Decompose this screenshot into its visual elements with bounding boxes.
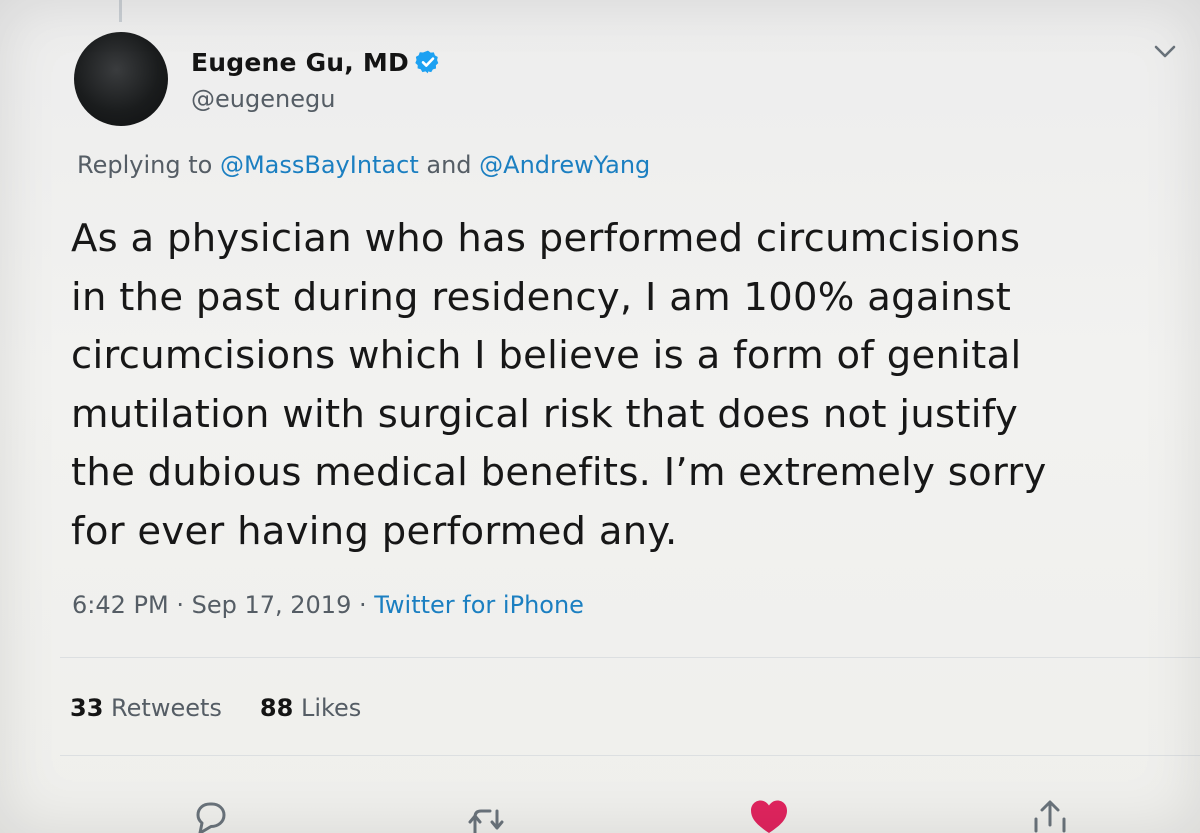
tweet-date[interactable]: Sep 17, 2019 (192, 591, 352, 619)
avatar[interactable] (74, 32, 168, 126)
mention-link-massbayintact[interactable]: @MassBayIntact (220, 151, 419, 179)
tweet-time[interactable]: 6:42 PM (72, 591, 169, 619)
divider (60, 755, 1200, 756)
replying-to-line: Replying to @MassBayIntact and @AndrewYa… (77, 151, 650, 179)
retweets-label: Retweets (111, 694, 222, 722)
tweet-text-line: As a physician who has performed circumc… (71, 216, 1021, 261)
tweet-text: As a physician who has performed circumc… (71, 210, 1181, 561)
share-icon[interactable] (1030, 795, 1070, 833)
author-name[interactable]: Eugene Gu, MD (191, 48, 409, 77)
retweets-count: 33 (70, 694, 104, 722)
heart-icon[interactable] (749, 795, 789, 833)
meta-separator: · (168, 591, 192, 619)
tweet-text-line: mutilation with surgical risk that does … (71, 391, 1019, 437)
likes-label: Likes (300, 694, 362, 722)
mention-link-andrewyang[interactable]: @AndrewYang (479, 151, 650, 179)
author-handle[interactable]: @eugenegu (191, 85, 335, 113)
tweet-text-line: the dubious medical benefits. I’m extrem… (71, 450, 1047, 495)
engagement-stats: 33 Retweets 88 Likes (70, 694, 361, 722)
reply-icon[interactable] (190, 795, 230, 833)
tweet-source-link[interactable]: Twitter for iPhone (374, 591, 584, 619)
replying-to-joiner: and (418, 151, 480, 179)
divider (60, 657, 1200, 658)
tweet-text-line: circumcisions which I believe is a form … (71, 333, 1022, 378)
meta-separator: · (351, 591, 375, 619)
author-name-row: Eugene Gu, MD (191, 44, 441, 80)
thread-connector (119, 0, 122, 22)
likes-stat[interactable]: 88 Likes (260, 694, 361, 722)
retweet-icon[interactable] (466, 795, 506, 833)
retweets-stat[interactable]: 33 Retweets (70, 694, 222, 722)
likes-count: 88 (259, 694, 294, 722)
chevron-down-icon[interactable] (1152, 42, 1178, 62)
tweet-metadata: 6:42 PM · Sep 17, 2019 · Twitter for iPh… (72, 591, 584, 619)
tweet-text-line: for ever having performed any. (71, 508, 678, 554)
replying-to-label: Replying to (77, 151, 220, 179)
verified-badge-icon (415, 50, 439, 74)
tweet-text-line: in the past during residency, I am 100% … (71, 274, 1012, 320)
